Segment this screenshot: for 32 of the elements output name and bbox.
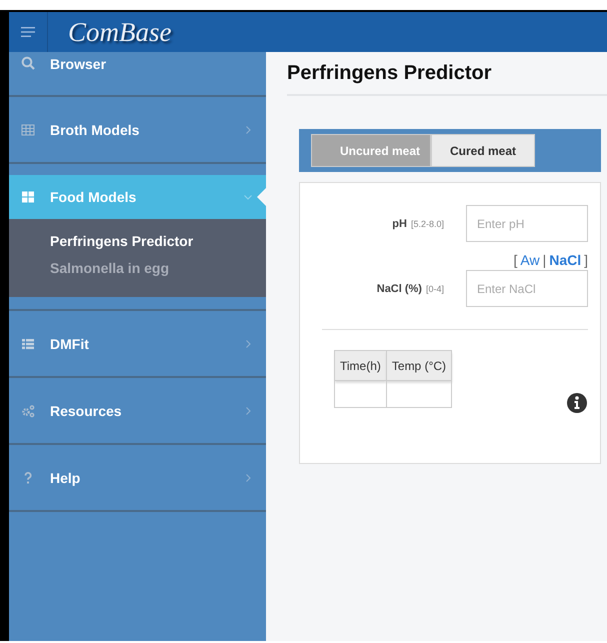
- info-icon[interactable]: [566, 392, 588, 414]
- column-header: Time(h): [334, 350, 386, 380]
- table-cell[interactable]: [386, 380, 452, 408]
- tiles-icon: [21, 190, 35, 204]
- input-field[interactable]: Enter NaCl: [466, 270, 588, 307]
- chevron-down-icon: [244, 193, 252, 201]
- grid-icon: [21, 122, 35, 136]
- column-header: Temp (°C): [386, 350, 452, 380]
- chevron-right-icon: [244, 340, 252, 348]
- logo[interactable]: ComBase: [48, 16, 172, 48]
- unit-link[interactable]: Aw: [520, 252, 540, 268]
- field-label: NaCl (%) [0-4]: [376, 282, 444, 294]
- unit-link[interactable]: NaCl: [549, 252, 582, 268]
- submenu-item[interactable]: Salmonella in egg: [50, 258, 266, 285]
- table-cell[interactable]: [334, 380, 386, 408]
- gears-icon: [21, 404, 35, 418]
- field-label: pH [5.2-8.0]: [392, 218, 444, 230]
- separator: |: [542, 252, 546, 268]
- chevron-right-icon: [244, 406, 252, 414]
- input-field[interactable]: Enter pH: [466, 205, 588, 242]
- menu-icon[interactable]: [21, 27, 35, 37]
- tab[interactable]: Uncured meat: [311, 134, 431, 167]
- sidebar-item[interactable]: Food Models: [9, 175, 266, 219]
- tab[interactable]: Cured meat: [431, 134, 535, 167]
- chevron-right-icon: [244, 126, 252, 134]
- bracket: ]: [584, 252, 588, 268]
- submenu-item[interactable]: Perfringens Predictor: [50, 231, 266, 258]
- bracket: [: [513, 252, 518, 268]
- list-icon: [21, 336, 35, 350]
- page-title: Perfringens Predictor: [287, 52, 607, 96]
- chevron-right-icon: [244, 474, 252, 482]
- search-icon: [21, 56, 35, 70]
